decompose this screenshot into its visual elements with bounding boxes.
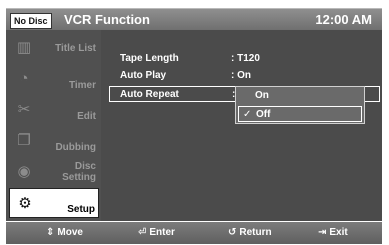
gear-icon: ⚙ [18,195,32,212]
sidebar-item-setup[interactable]: ⚙ Setup [9,188,99,218]
setting-value: : On [231,70,251,81]
setting-row-auto-play[interactable]: Auto Play : On [104,68,382,84]
sidebar-item-label: Disc [74,161,96,172]
setting-label: Auto Play [120,70,167,81]
setting-row-tape-length[interactable]: Tape Length : T120 [104,51,382,67]
footer-move: ⇕ Move [46,227,83,238]
disc-icon: ◉ [17,163,31,180]
auto-repeat-dropdown[interactable]: On ✓ Off [235,86,365,124]
sidebar-item-label: Setting [62,172,96,183]
sidebar-item-timer[interactable]: ◔ Timer [9,64,99,94]
footer-enter: ⏎ Enter [138,227,175,238]
osd-screen: No Disc VCR Function 12:00 AM ▥ Title Li… [0,0,389,245]
scissors-icon: ✂ [17,101,31,118]
exit-icon: ⇥ [318,227,327,238]
footer-exit: ⇥ Exit [318,227,348,238]
clock: 12:00 AM [315,12,372,27]
setting-label: Auto Repeat [120,89,179,100]
up-down-arrow-icon: ⇕ [46,227,55,238]
sidebar: ▥ Title List ◔ Timer ✂ Edit ❐ Dubbing ◉ … [6,30,101,221]
settings-panel: Tape Length : T120 Auto Play : On Auto R… [104,30,382,221]
clock-icon: ◔ [19,70,29,87]
setting-value: : T120 [231,53,260,64]
sidebar-item-title-list[interactable]: ▥ Title List [9,33,99,63]
sidebar-item-edit[interactable]: ✂ Edit [9,95,99,125]
option-off[interactable]: ✓ Off [238,106,362,122]
option-on[interactable]: On [238,88,362,104]
check-icon: ✓ [243,109,252,120]
menu-body: ▥ Title List ◔ Timer ✂ Edit ❐ Dubbing ◉ … [6,30,382,221]
setting-label: Tape Length [120,53,179,64]
film-icon: ▥ [16,39,32,56]
footer-bar: ⇕ Move ⏎ Enter ↺ Return ⇥ Exit [6,222,382,244]
sidebar-item-label: Title List [55,42,96,54]
sidebar-item-label: Dubbing [55,141,96,153]
enter-icon: ⏎ [138,227,147,238]
sidebar-item-label: Edit [77,110,96,122]
page-title: VCR Function [64,12,150,27]
return-icon: ↺ [228,227,237,238]
sidebar-item-label: Setup [67,203,95,215]
sidebar-item-dubbing[interactable]: ❐ Dubbing [9,126,99,156]
option-label: Off [256,109,271,120]
copy-icon: ❐ [17,132,31,149]
no-disc-badge: No Disc [10,13,52,29]
sidebar-item-label: Timer [68,79,96,91]
title-bar: No Disc VCR Function 12:00 AM [6,8,382,31]
sidebar-item-disc-setting[interactable]: ◉ Disc Setting [9,157,99,187]
footer-return: ↺ Return [228,227,272,238]
option-label: On [255,90,269,101]
